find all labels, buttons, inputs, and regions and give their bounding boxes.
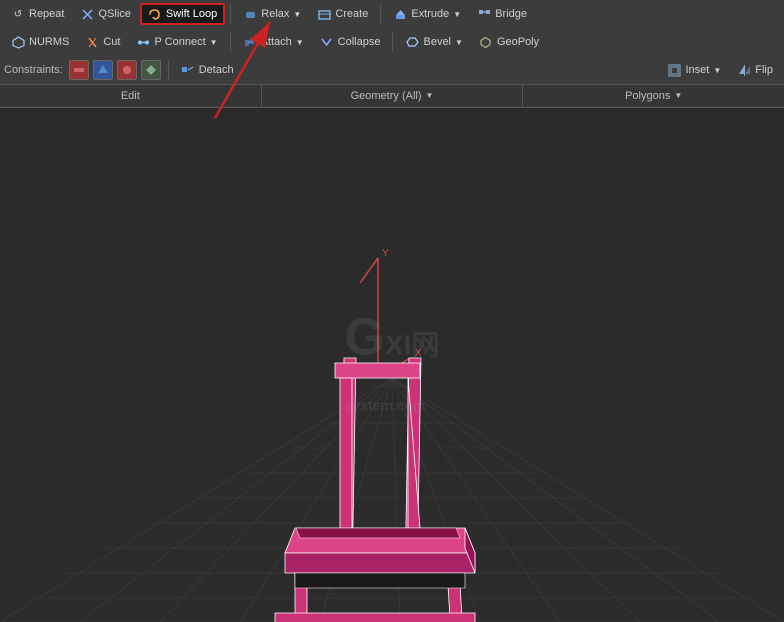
constraint-btn-4[interactable] [141,60,161,80]
flip-button[interactable]: Flip [730,59,780,81]
watermark: GXI网 system.com [345,308,440,423]
edit-section[interactable]: Edit [0,85,262,106]
swiftloop-icon [148,7,162,21]
attach-dropdown-arrow: ▼ [296,38,304,47]
divider-1 [230,4,231,24]
toolbar-row-1: ↺ Repeat QSlice Swift Loop Relax ▼ [0,0,784,28]
geometry-dropdown-arrow: ▼ [426,91,434,100]
pconnect-button[interactable]: P Connect ▼ [129,31,224,53]
polygons-dropdown-arrow: ▼ [674,91,682,100]
cut-button[interactable]: Cut [78,31,127,53]
relax-button[interactable]: Relax ▼ [236,3,308,25]
constraint-btn-2[interactable] [93,60,113,80]
inset-icon [667,63,681,77]
attach-button[interactable]: Attach ▼ [236,31,311,53]
qslice-button[interactable]: QSlice [73,3,137,25]
extrude-button[interactable]: Extrude ▼ [386,3,468,25]
nurms-icon [11,35,25,49]
inset-dropdown-arrow: ▼ [713,66,721,75]
pconnect-dropdown-arrow: ▼ [210,38,218,47]
collapse-button[interactable]: Collapse [313,31,388,53]
nurms-button[interactable]: NURMS [4,31,76,53]
constraint-btn-1[interactable] [69,60,89,80]
bevel-icon [405,35,419,49]
repeat-button[interactable]: ↺ Repeat [4,3,71,25]
viewport[interactable]: Y X GXI网 system.com [0,108,784,622]
relax-icon [243,7,257,21]
constraint-btn-3[interactable] [117,60,137,80]
create-button[interactable]: Create [310,3,375,25]
create-icon [317,7,331,21]
extrude-dropdown-arrow: ▼ [453,10,461,19]
divider-2 [380,4,381,24]
pconnect-icon [136,35,150,49]
bevel-button[interactable]: Bevel ▼ [398,31,469,53]
geometry-section[interactable]: Geometry (All) ▼ [262,85,524,106]
collapse-icon [320,35,334,49]
toolbar-row-2: NURMS Cut P Connect ▼ Attach ▼ [0,28,784,56]
geopoly-icon [479,35,493,49]
detach-button[interactable]: Detach [174,59,241,81]
toolbar-row-3: Constraints: Detach Inset ▼ [0,56,784,84]
geopoly-button[interactable]: GeoPoly [472,31,546,53]
divider-3 [230,32,231,52]
bevel-dropdown-arrow: ▼ [455,38,463,47]
relax-dropdown-arrow: ▼ [293,10,301,19]
cut-icon [85,35,99,49]
repeat-icon: ↺ [11,7,25,21]
extrude-icon [393,7,407,21]
detach-icon [181,63,195,77]
divider-5 [168,60,169,80]
attach-icon [243,35,257,49]
toolbar-sections: Edit Geometry (All) ▼ Polygons ▼ [0,84,784,106]
flip-icon [737,63,751,77]
inset-button[interactable]: Inset ▼ [660,59,728,81]
swiftloop-button[interactable]: Swift Loop [140,3,225,25]
svg-text:Y: Y [382,248,389,259]
toolbar: ↺ Repeat QSlice Swift Loop Relax ▼ [0,0,784,108]
constraints-label: Constraints: [4,64,63,76]
bridge-icon [477,7,491,21]
divider-4 [392,32,393,52]
polygons-section[interactable]: Polygons ▼ [523,85,784,106]
qslice-icon [80,7,94,21]
bridge-button[interactable]: Bridge [470,3,534,25]
